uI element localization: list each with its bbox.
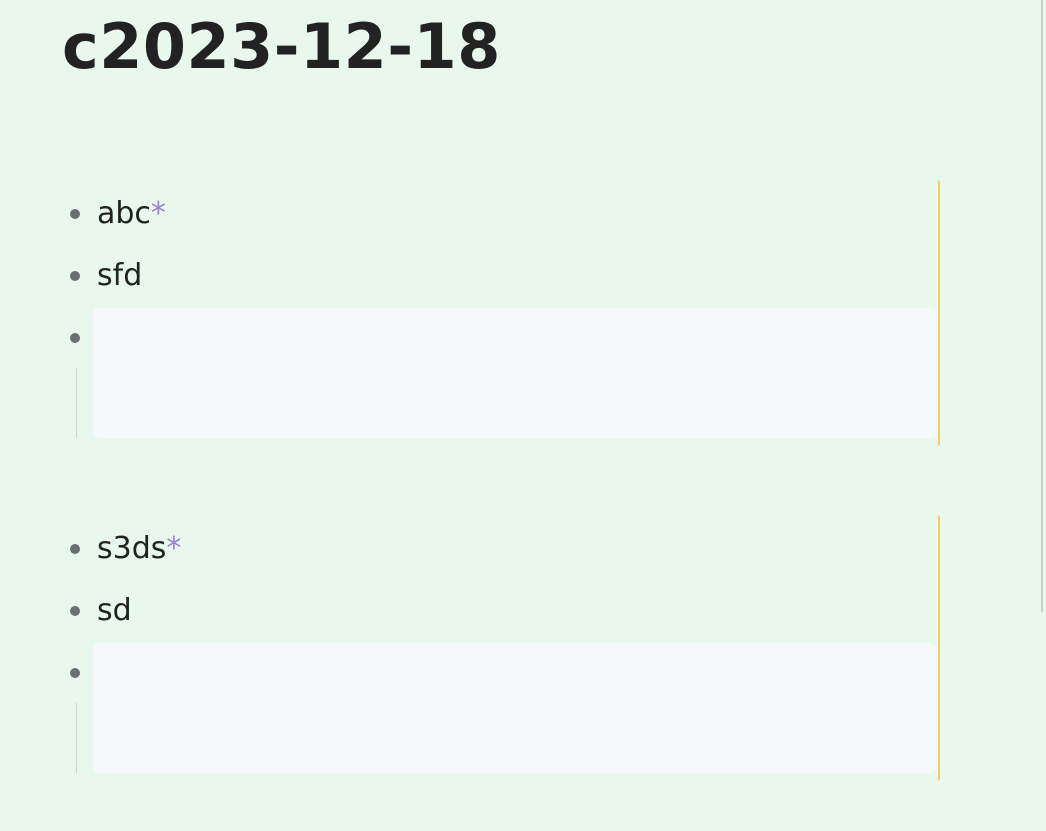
outline-block: abc* sfd — [60, 180, 940, 446]
scrollbar[interactable] — [1041, 0, 1043, 612]
page-title: c2023-12-18 — [62, 10, 501, 83]
thread-line — [76, 703, 77, 773]
bullet-icon[interactable] — [70, 606, 80, 616]
block-editor-input[interactable] — [93, 643, 936, 773]
bullet-icon[interactable] — [70, 271, 80, 281]
list-item-text[interactable]: s3ds* — [97, 531, 181, 567]
bullet-icon[interactable] — [70, 668, 80, 678]
list-item-label: sfd — [97, 258, 143, 293]
list-item-label: abc — [97, 196, 151, 231]
bullet-icon[interactable] — [70, 333, 80, 343]
list-item-text[interactable]: sfd — [97, 258, 142, 294]
outline-block: s3ds* sd — [60, 515, 940, 781]
bullet-icon[interactable] — [70, 544, 80, 554]
bullet-icon[interactable] — [70, 209, 80, 219]
asterisk-marker: * — [166, 531, 182, 566]
list-item-text[interactable]: abc* — [97, 196, 166, 232]
thread-line — [76, 368, 77, 438]
list-item-label: s3ds — [97, 531, 167, 566]
list-item-label: sd — [97, 593, 132, 628]
block-editor-input[interactable] — [93, 308, 936, 438]
block-edge-indicator — [937, 180, 940, 446]
asterisk-marker: * — [150, 196, 166, 231]
list-item-text[interactable]: sd — [97, 593, 132, 629]
block-edge-indicator — [937, 515, 940, 781]
page: c2023-12-18 abc* sfd s3ds* sd — [0, 0, 1046, 831]
